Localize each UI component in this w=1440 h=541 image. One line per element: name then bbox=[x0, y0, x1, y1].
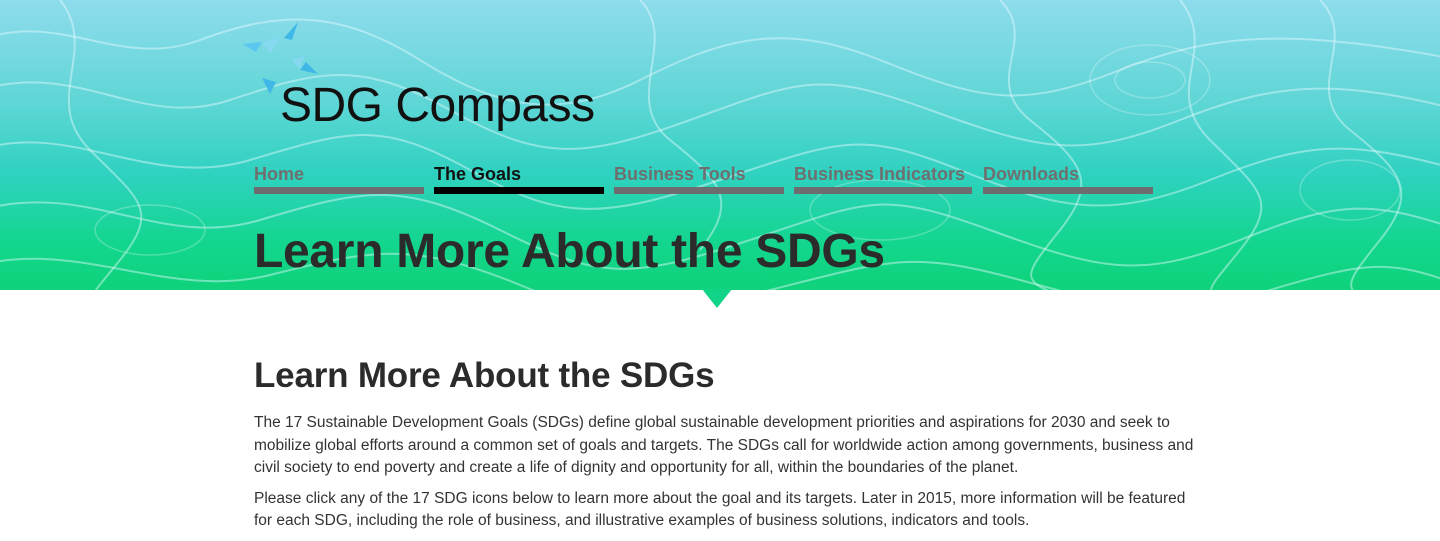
nav-item-home[interactable]: Home bbox=[254, 162, 424, 196]
intro-paragraph: The 17 Sustainable Development Goals (SD… bbox=[254, 414, 1194, 476]
hero-banner: SDG Compass Home The Goals Business Tool… bbox=[0, 0, 1440, 290]
logo-text: SDG Compass bbox=[280, 79, 595, 132]
nav-item-business-indicators[interactable]: Business Indicators bbox=[794, 162, 974, 196]
nav-item-business-tools[interactable]: Business Tools bbox=[614, 162, 784, 196]
nav-item-underline bbox=[794, 187, 972, 194]
nav-item-label: Home bbox=[254, 164, 305, 184]
nav-item-underline bbox=[434, 187, 604, 194]
hero-title: Learn More About the SDGs bbox=[254, 225, 885, 278]
section-heading: Learn More About the SDGs bbox=[254, 356, 715, 395]
nav-item-underline bbox=[983, 187, 1153, 194]
hero-pointer bbox=[702, 289, 732, 308]
nav-item-label: The Goals bbox=[434, 164, 522, 184]
nav-item-underline bbox=[254, 187, 424, 194]
nav-item-label: Business Tools bbox=[614, 164, 746, 184]
nav-item-the-goals[interactable]: The Goals bbox=[434, 162, 604, 196]
nav-item-downloads[interactable]: Downloads bbox=[983, 162, 1153, 196]
nav-item-underline bbox=[614, 187, 784, 194]
site-logo[interactable]: SDG Compass bbox=[240, 20, 620, 135]
nav-item-label: Downloads bbox=[983, 164, 1080, 184]
nav-item-label: Business Indicators bbox=[794, 164, 966, 184]
instruction-paragraph: Please click any of the 17 SDG icons bel… bbox=[254, 489, 1186, 530]
main-content: Learn More About the SDGs The 17 Sustain… bbox=[254, 352, 1194, 541]
